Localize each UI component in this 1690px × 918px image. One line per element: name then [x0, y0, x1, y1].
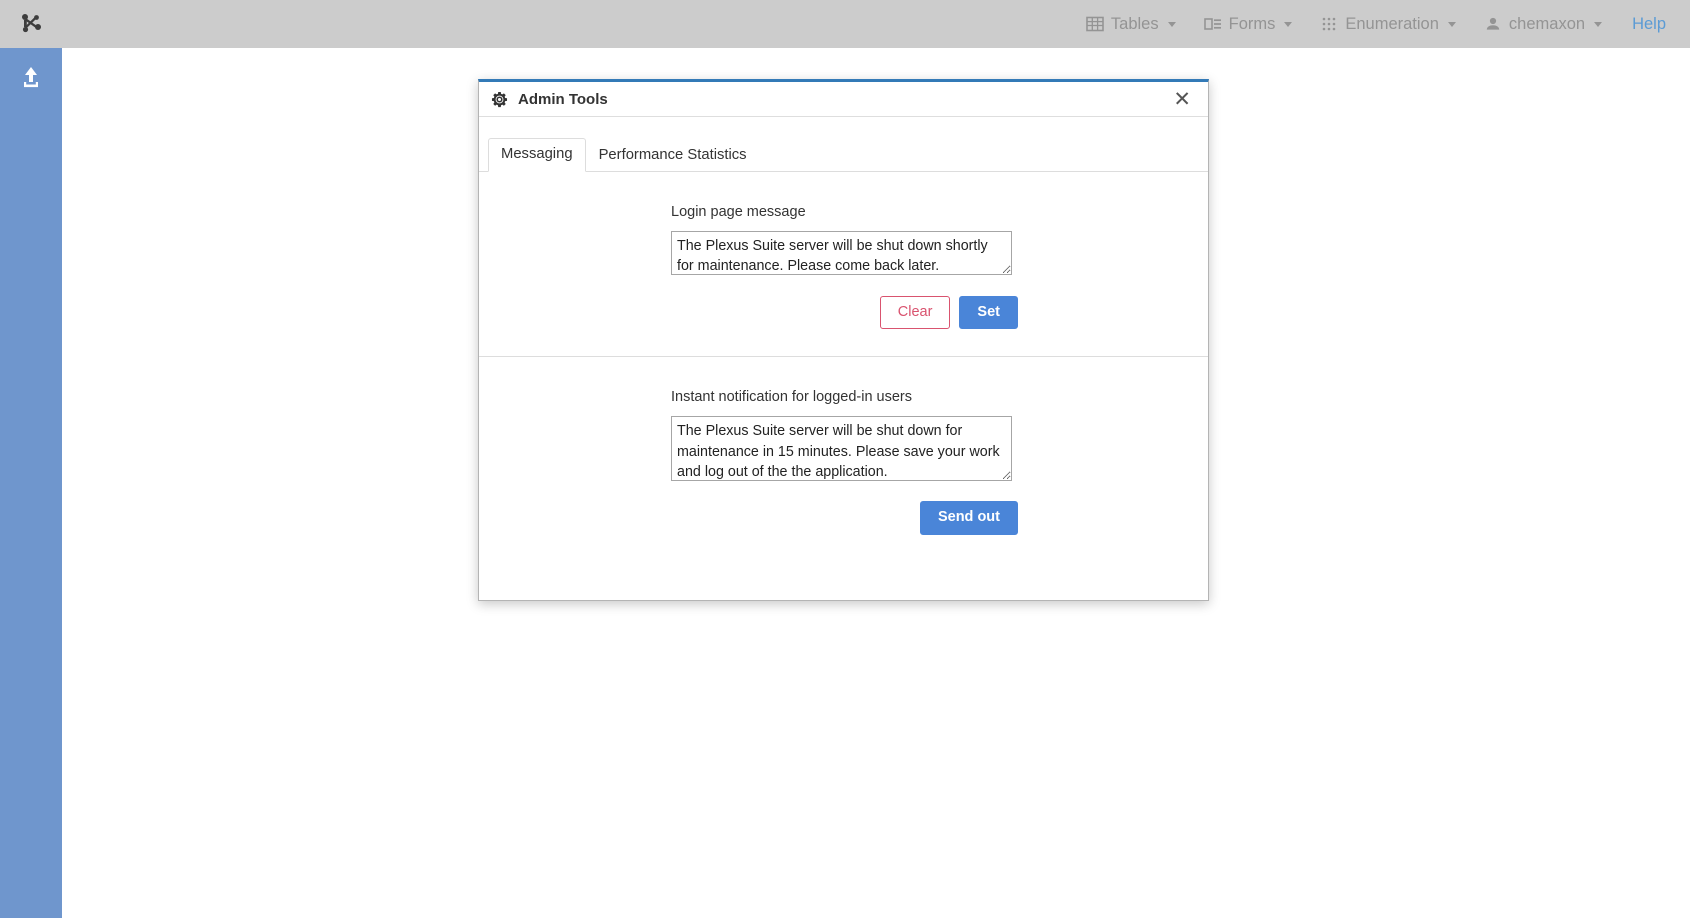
instant-notification-button-row: Send out — [479, 501, 1208, 534]
nav-item-forms[interactable]: Forms — [1190, 0, 1307, 48]
chemaxon-molecule-logo-icon — [17, 10, 45, 38]
tab-performance-statistics[interactable]: Performance Statistics — [586, 139, 760, 172]
dialog-tabs: Messaging Performance Statistics — [479, 117, 1208, 172]
user-person-icon — [1484, 15, 1502, 33]
login-page-message-input[interactable] — [671, 231, 1012, 275]
dialog-footer-spacer — [479, 562, 1208, 600]
send-out-button[interactable]: Send out — [920, 501, 1018, 534]
instant-notification-input[interactable] — [671, 416, 1012, 481]
chevron-down-icon — [1448, 22, 1456, 27]
nav-item-user-menu[interactable]: chemaxon — [1470, 0, 1616, 48]
table-grid-icon — [1086, 15, 1104, 33]
dialog-header: Admin Tools ✕ — [479, 82, 1208, 117]
top-navbar: Tables Forms Enumeration — [62, 0, 1690, 48]
admin-tools-dialog-wrapper: Admin Tools ✕ Messaging Performance Stat… — [478, 79, 1209, 601]
left-sidebar — [0, 0, 62, 918]
nav-item-tables[interactable]: Tables — [1072, 0, 1190, 48]
sidebar-item-upload[interactable] — [0, 48, 62, 106]
close-x-icon[interactable]: ✕ — [1169, 87, 1195, 112]
gear-icon — [491, 91, 508, 108]
instant-notification-label: Instant notification for logged-in users — [671, 389, 1208, 405]
section-instant-notification: Instant notification for logged-in users… — [479, 356, 1208, 561]
app-root: Tables Forms Enumeration — [0, 0, 1690, 918]
nav-item-help[interactable]: Help — [1616, 15, 1676, 34]
dot-grid-icon — [1320, 15, 1338, 33]
login-message-button-row: Clear Set — [479, 296, 1208, 329]
dialog-title: Admin Tools — [518, 91, 1169, 108]
clear-button[interactable]: Clear — [880, 296, 951, 329]
upload-icon — [18, 64, 44, 90]
chevron-down-icon — [1284, 22, 1292, 27]
section-login-page-message: Login page message Clear Set — [479, 172, 1208, 356]
nav-item-user-label: chemaxon — [1509, 15, 1585, 34]
admin-tools-dialog: Admin Tools ✕ Messaging Performance Stat… — [478, 79, 1209, 601]
tab-messaging[interactable]: Messaging — [488, 138, 586, 172]
app-logo[interactable] — [0, 0, 62, 48]
chevron-down-icon — [1594, 22, 1602, 27]
nav-item-enumeration[interactable]: Enumeration — [1306, 0, 1470, 48]
set-button[interactable]: Set — [959, 296, 1018, 329]
nav-item-forms-label: Forms — [1229, 15, 1276, 34]
nav-item-tables-label: Tables — [1111, 15, 1159, 34]
form-layout-icon — [1204, 15, 1222, 33]
chevron-down-icon — [1168, 22, 1176, 27]
login-page-message-label: Login page message — [671, 204, 1208, 220]
nav-item-enumeration-label: Enumeration — [1345, 15, 1439, 34]
